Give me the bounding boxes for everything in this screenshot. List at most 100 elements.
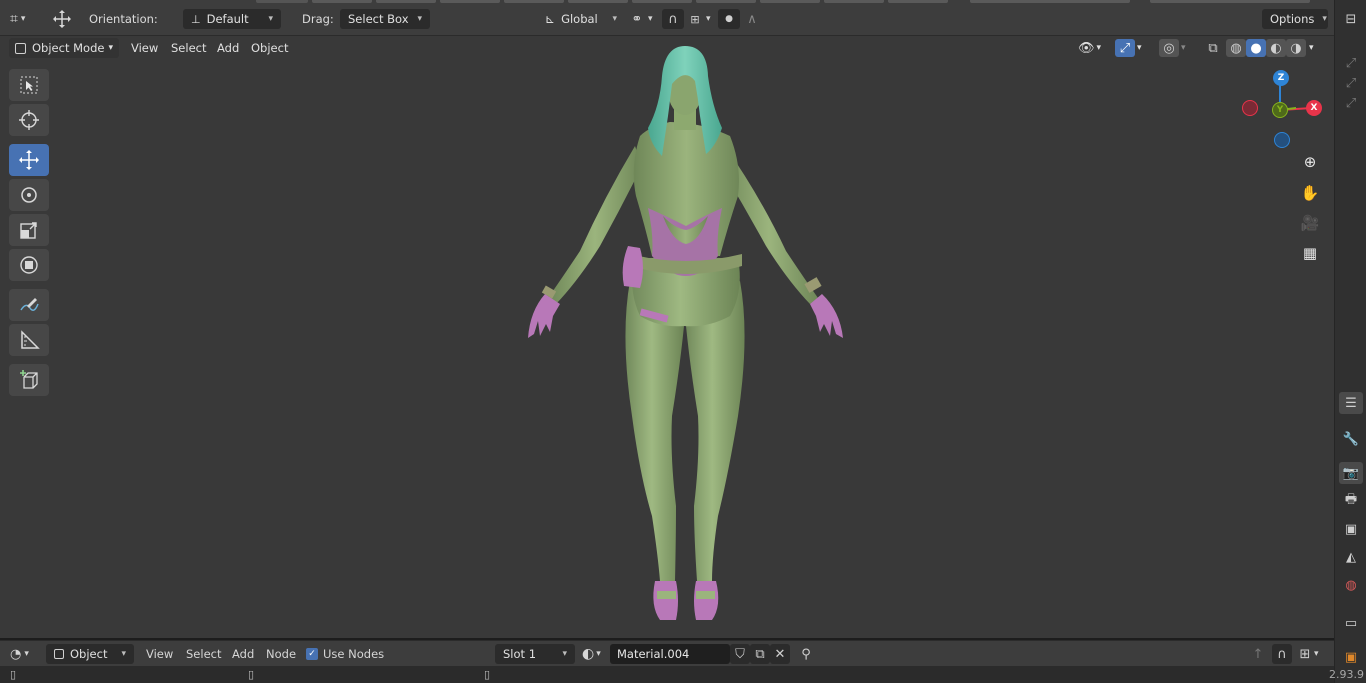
visibility-dropdown[interactable]: 👁 ▾ bbox=[1076, 38, 1103, 58]
tool-properties-icon[interactable]: ☰ bbox=[1339, 392, 1363, 414]
scene-icon[interactable]: ◭ bbox=[1339, 546, 1363, 568]
duplicate-material-button[interactable]: ⧉ bbox=[750, 644, 770, 664]
xray-toggle[interactable]: ⧉ bbox=[1202, 38, 1224, 58]
shader-type-value: Object bbox=[70, 647, 108, 661]
move-icon bbox=[19, 150, 39, 170]
workspace-tab[interactable] bbox=[824, 0, 884, 3]
collection-icon[interactable]: ▭ bbox=[1339, 612, 1363, 634]
cursor-tool[interactable] bbox=[9, 104, 49, 136]
workspace-tab[interactable] bbox=[256, 0, 308, 3]
editor-type-dropdown[interactable]: ◔ ▾ bbox=[10, 644, 29, 664]
transform-orientation-dropdown[interactable]: ⊾ Global ▾ bbox=[541, 9, 621, 29]
pivot-point-dropdown[interactable]: ⚭ ▾ bbox=[626, 9, 653, 29]
viewport-header: Object Mode ▾ View Select Add Object 👁 ▾ … bbox=[0, 36, 1334, 62]
workspace-tab[interactable] bbox=[760, 0, 820, 3]
editor-type-menu[interactable]: ⌗ ▾ bbox=[10, 9, 25, 29]
orientation-dropdown[interactable]: ⊥ Default ▾ bbox=[183, 9, 281, 29]
workspace-tab[interactable] bbox=[376, 0, 436, 3]
pan-hand-icon[interactable]: ✋ bbox=[1296, 179, 1324, 207]
rendered-shading-icon[interactable]: ◑ bbox=[1286, 39, 1306, 57]
magnet-icon: ∩ bbox=[1272, 644, 1292, 664]
add-menu[interactable]: Add bbox=[232, 644, 254, 664]
workspace-tab[interactable] bbox=[632, 0, 692, 3]
snap-target-dropdown[interactable]: ⊞ ▾ bbox=[684, 9, 710, 29]
transform-tool[interactable] bbox=[9, 249, 49, 281]
view-menu[interactable]: View bbox=[146, 644, 173, 664]
snap-element-dropdown[interactable]: ⊞ ▾ bbox=[1296, 644, 1319, 664]
proportional-edit-toggle[interactable]: ● bbox=[718, 9, 740, 29]
drag-dropdown[interactable]: Select Box ▾ bbox=[340, 9, 430, 29]
object-properties-icon[interactable]: ▣ bbox=[1339, 646, 1363, 668]
solid-shading-icon[interactable]: ● bbox=[1246, 39, 1266, 57]
use-nodes-checkbox[interactable]: ✓ Use Nodes bbox=[306, 644, 384, 664]
orientation-value: Default bbox=[206, 12, 249, 26]
scene-selector[interactable] bbox=[970, 0, 1130, 3]
gizmo-x-axis[interactable]: X bbox=[1306, 100, 1322, 116]
close-icon: ✕ bbox=[770, 644, 790, 664]
snap-toggle[interactable]: ∩ bbox=[1272, 644, 1292, 664]
output-properties-icon[interactable]: 🖶 bbox=[1339, 490, 1363, 512]
wireframe-shading-icon[interactable]: ◍ bbox=[1226, 39, 1246, 57]
outliner-icon[interactable]: ⊟ bbox=[1339, 8, 1363, 30]
gizmo-z-axis[interactable]: Z bbox=[1273, 70, 1289, 86]
material-shading-icon[interactable]: ◐ bbox=[1266, 39, 1286, 57]
shader-type-dropdown[interactable]: Object ▾ bbox=[46, 644, 134, 664]
options-dropdown[interactable]: Options ▾ bbox=[1262, 9, 1328, 29]
chevron-down-icon: ▾ bbox=[596, 649, 601, 659]
fake-user-button[interactable]: ⛉ bbox=[730, 644, 750, 664]
zoom-icon[interactable]: ⊕ bbox=[1296, 148, 1324, 176]
workspace-tab[interactable] bbox=[696, 0, 756, 3]
wrench-icon[interactable]: 🔧 bbox=[1339, 428, 1363, 450]
workspace-tab[interactable] bbox=[568, 0, 628, 3]
falloff-dropdown[interactable]: ∧ bbox=[741, 9, 763, 29]
select-menu[interactable]: Select bbox=[186, 644, 221, 664]
material-name-field[interactable]: Material.004 bbox=[610, 644, 730, 664]
pin-icon[interactable]: ⤢ bbox=[1339, 52, 1363, 74]
add-cube-tool[interactable] bbox=[9, 364, 49, 396]
overlays-toggle[interactable]: ◎ ▾ bbox=[1157, 38, 1188, 58]
measure-tool[interactable] bbox=[9, 324, 49, 356]
workspace-tab[interactable] bbox=[504, 0, 564, 3]
node-menu[interactable]: Node bbox=[266, 644, 296, 664]
parent-node-tree-button[interactable]: ↑ bbox=[1248, 644, 1268, 664]
slot-dropdown[interactable]: Slot 1 ▾ bbox=[495, 644, 575, 664]
blender-window: ⌗ ▾ Orientation: ⊥ Default ▾ Drag: Selec… bbox=[0, 0, 1366, 683]
perspective-grid-icon[interactable]: ▦ bbox=[1296, 239, 1324, 267]
gizmo-y-axis[interactable]: Y bbox=[1272, 102, 1288, 118]
annotate-tool[interactable] bbox=[9, 289, 49, 321]
version-label: 2.93.9 bbox=[1329, 668, 1364, 681]
gizmo-toggle[interactable]: ⤢ ▾ bbox=[1113, 38, 1144, 58]
scale-tool[interactable] bbox=[9, 214, 49, 246]
view-layer-selector[interactable] bbox=[1150, 0, 1310, 3]
camera-icon[interactable]: 🎥 bbox=[1296, 209, 1324, 237]
chevron-down-icon[interactable]: ▾ bbox=[1309, 43, 1314, 53]
move-tool[interactable] bbox=[9, 144, 49, 176]
object-menu[interactable]: Object bbox=[245, 38, 294, 58]
transform-space-value: Global bbox=[561, 12, 598, 26]
workspace-tab[interactable] bbox=[888, 0, 948, 3]
measure-icon bbox=[21, 330, 40, 349]
workspace-tab[interactable] bbox=[312, 0, 372, 3]
material-browse-dropdown[interactable]: ◐ ▾ bbox=[582, 644, 601, 664]
transform-icon bbox=[20, 256, 38, 274]
view-layer-icon[interactable]: ▣ bbox=[1339, 518, 1363, 540]
add-menu[interactable]: Add bbox=[211, 38, 245, 58]
pin-icon[interactable]: ⤢ bbox=[1339, 72, 1363, 94]
pin-icon[interactable]: ⤢ bbox=[1339, 92, 1363, 114]
workspace-tab[interactable] bbox=[440, 0, 500, 3]
transform-gizmo-icon: ⌗ bbox=[10, 11, 18, 27]
3d-viewport[interactable]: Object Mode ▾ View Select Add Object 👁 ▾ … bbox=[0, 36, 1334, 638]
render-properties-icon[interactable]: 📷 bbox=[1339, 462, 1363, 484]
gizmo-neg-x-axis[interactable] bbox=[1242, 100, 1258, 116]
snap-toggle[interactable]: ∩ bbox=[662, 9, 684, 29]
rotate-tool[interactable] bbox=[9, 179, 49, 211]
mode-dropdown[interactable]: Object Mode ▾ bbox=[9, 38, 119, 58]
gizmo-neg-z-axis[interactable] bbox=[1274, 132, 1290, 148]
select-box-tool[interactable] bbox=[9, 69, 49, 101]
unlink-material-button[interactable]: ✕ bbox=[770, 644, 790, 664]
pin-button[interactable]: ⚲ bbox=[796, 644, 816, 664]
world-icon[interactable]: ◍ bbox=[1339, 574, 1363, 596]
navigation-gizmo[interactable]: Z X Y bbox=[1236, 70, 1328, 150]
select-menu[interactable]: Select bbox=[165, 38, 212, 58]
view-menu[interactable]: View bbox=[125, 38, 164, 58]
